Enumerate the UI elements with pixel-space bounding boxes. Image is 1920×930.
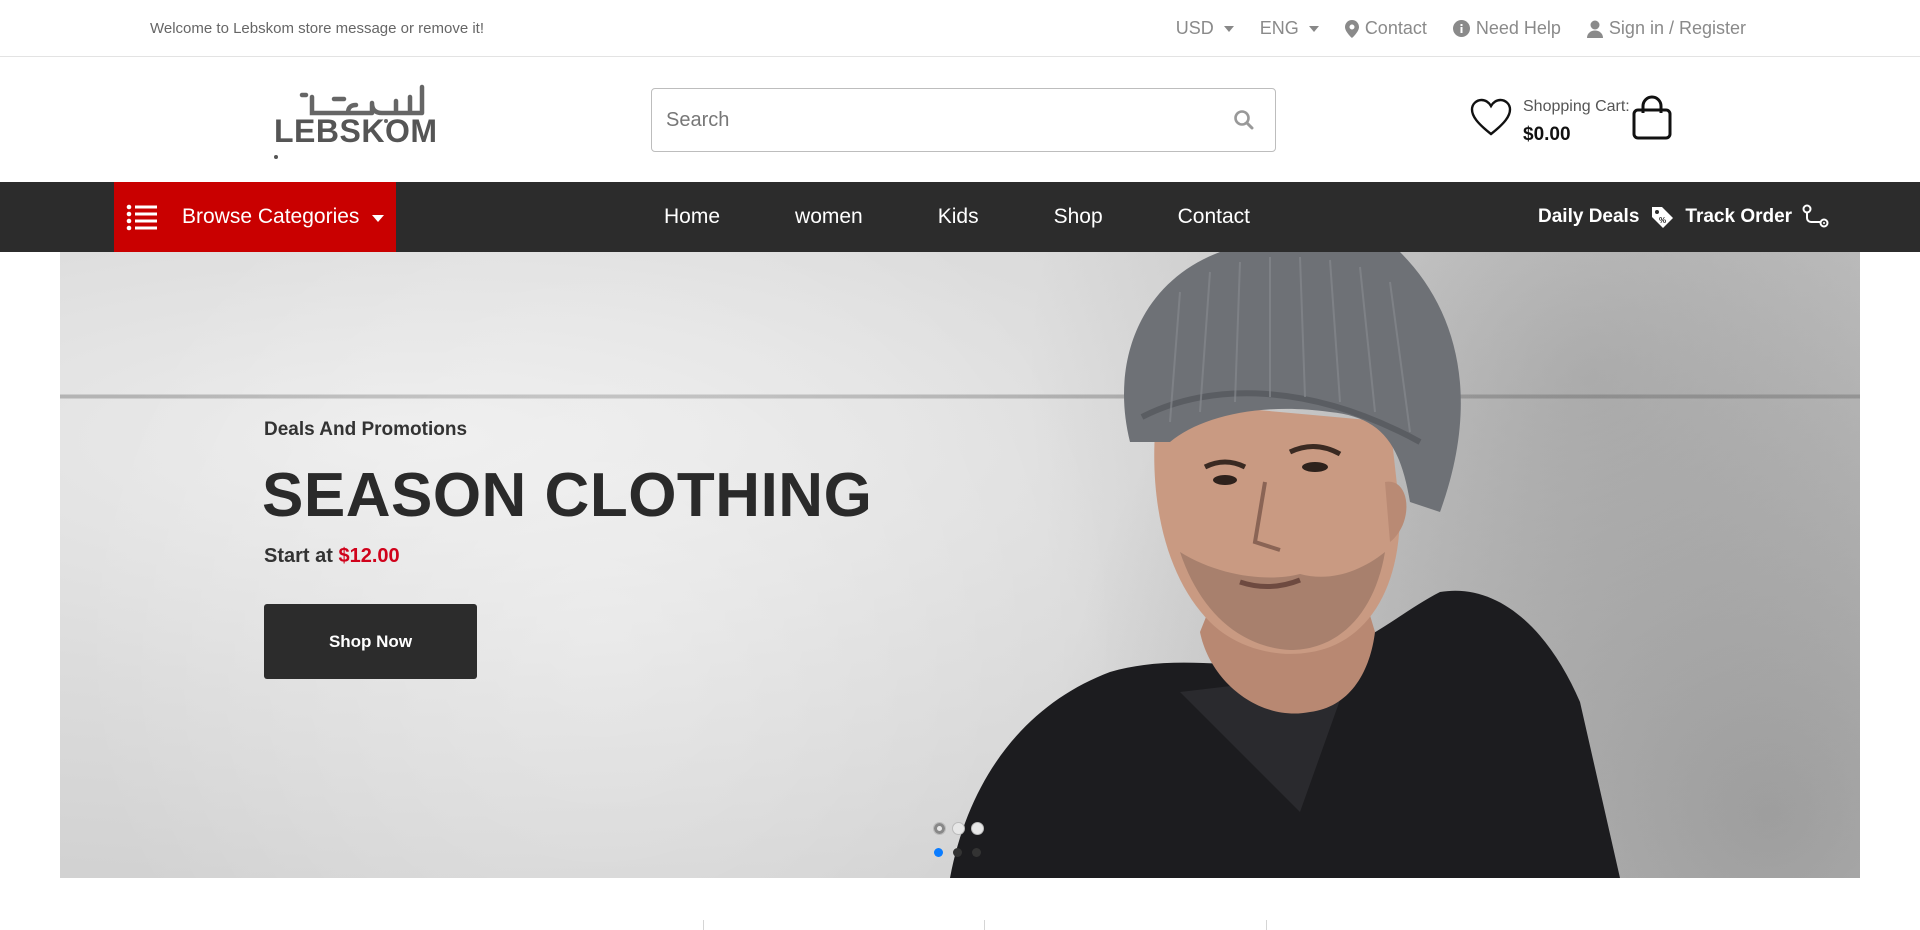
nav-links: Home women Kids Shop Contact [664, 182, 1325, 252]
help-label: Need Help [1475, 18, 1561, 38]
hero-price-value: $12.00 [338, 545, 400, 567]
location-pin-icon [1344, 19, 1359, 38]
search-button[interactable] [1233, 109, 1257, 133]
main-nav: Browse Categories Home women Kids Shop C… [0, 182, 1920, 252]
section-divider [984, 920, 985, 930]
hero-price-prefix: Start at [264, 545, 333, 567]
contact-link[interactable]: Contact [1344, 18, 1427, 39]
top-bar-links: USD ENG Contact Need Help Sign in / Regi… [1176, 18, 1746, 39]
shopping-bag-icon [1632, 95, 1672, 140]
currency-selector[interactable]: USD [1176, 18, 1234, 39]
track-order-label: Track Order [1685, 206, 1793, 227]
user-icon [1586, 20, 1603, 38]
logo-dot [274, 155, 278, 159]
slider-pagination [933, 822, 984, 835]
top-bar: Welcome to Lebskom store message or remo… [0, 0, 1920, 57]
track-order-link[interactable]: Track Order [1685, 206, 1792, 228]
slide-dot-2[interactable] [952, 822, 965, 835]
info-icon [1452, 20, 1470, 37]
chevron-down-icon [372, 215, 384, 222]
browse-categories-button[interactable]: Browse Categories [114, 182, 396, 252]
help-link[interactable]: Need Help [1452, 18, 1561, 39]
browse-categories-label: Browse Categories [182, 205, 360, 228]
cart-label: Shopping Cart: [1523, 98, 1630, 115]
cart-total: $0.00 [1523, 124, 1571, 145]
slide-dot-1[interactable] [933, 822, 946, 835]
heart-icon [1470, 98, 1512, 136]
sign-in-label: Sign in / Register [1608, 18, 1746, 38]
chevron-down-icon [1308, 25, 1319, 32]
svg-text:%: % [1659, 216, 1666, 225]
slide-indicator-1[interactable] [934, 848, 943, 857]
slide-indicator-2[interactable] [953, 848, 962, 857]
hero-kicker: Deals And Promotions [264, 419, 468, 440]
nav-link-shop[interactable]: Shop [1054, 205, 1103, 229]
language-selector[interactable]: ENG [1260, 18, 1319, 39]
daily-deals-link[interactable]: Daily Deals [1538, 206, 1639, 228]
search-icon [1234, 110, 1254, 130]
nav-utilities: Daily Deals % Track Order [1538, 182, 1830, 252]
route-icon [1802, 204, 1829, 228]
hero-model-image [950, 252, 1620, 878]
site-header: LEBSKOM Shopping Cart: $0.00 [0, 57, 1920, 182]
shop-now-button[interactable]: Shop Now [264, 604, 477, 679]
hero-price-line: Start at $12.00 [264, 545, 400, 568]
hero-slider: Deals And Promotions SEASON CLOTHING Sta… [60, 252, 1860, 878]
cart-button[interactable] [1630, 95, 1674, 141]
section-divider [1266, 920, 1267, 930]
hero-title: SEASON CLOTHING [262, 461, 873, 530]
slide-indicator-3[interactable] [972, 848, 981, 857]
nav-link-kids[interactable]: Kids [938, 205, 979, 229]
search-input[interactable] [664, 103, 1204, 137]
discount-tag-icon: % [1652, 207, 1674, 228]
contact-label: Contact [1364, 18, 1427, 38]
logo-text: LEBSKOM [274, 113, 438, 149]
sign-in-link[interactable]: Sign in / Register [1586, 18, 1746, 39]
nav-link-contact[interactable]: Contact [1178, 205, 1250, 229]
welcome-message: Welcome to Lebskom store message or remo… [150, 20, 485, 37]
chevron-down-icon [1223, 25, 1234, 32]
slide-dot-3[interactable] [971, 822, 984, 835]
nav-link-women[interactable]: women [795, 205, 863, 229]
nav-link-home[interactable]: Home [664, 205, 720, 229]
slider-indicators [934, 848, 981, 857]
section-divider [703, 920, 704, 930]
language-label: ENG [1259, 18, 1299, 38]
wishlist-button[interactable] [1470, 97, 1512, 139]
currency-label: USD [1175, 18, 1214, 38]
search-bar [651, 88, 1276, 152]
list-menu-icon [126, 204, 157, 231]
daily-deals-label: Daily Deals [1538, 206, 1640, 227]
